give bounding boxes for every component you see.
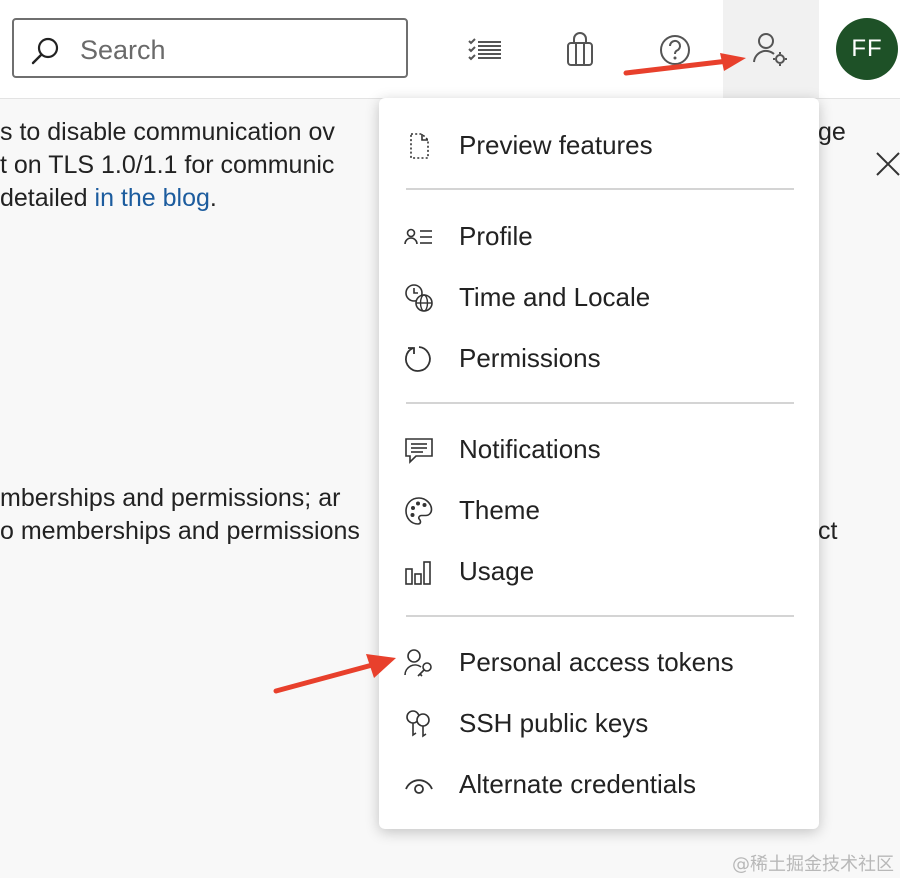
user-settings-button[interactable] bbox=[723, 0, 819, 98]
user-key-icon bbox=[404, 649, 432, 677]
menu-item-label: Permissions bbox=[459, 343, 601, 373]
bar-chart-icon bbox=[405, 561, 431, 585]
menu-item-label: Alternate credentials bbox=[459, 769, 697, 799]
user-settings-icon bbox=[753, 33, 787, 66]
menu-item-personal-access-tokens[interactable]: Personal access tokens bbox=[379, 636, 819, 688]
banner-line-3-suffix: . bbox=[209, 184, 217, 212]
body-line-1: mberships and permissions; ar bbox=[0, 484, 341, 512]
banner-line-2: t on TLS 1.0/1.1 for communic bbox=[0, 151, 335, 179]
banner-line-1: s to disable communication ov bbox=[0, 118, 335, 146]
banner-right-fragment: ge bbox=[818, 118, 846, 146]
banner-line-3-text: detailed bbox=[0, 184, 95, 212]
chat-bubble-icon bbox=[405, 438, 433, 464]
menu-item-label: Personal access tokens bbox=[459, 647, 734, 677]
search-input[interactable] bbox=[78, 32, 402, 68]
avatar[interactable]: FF bbox=[836, 18, 898, 80]
search-icon bbox=[31, 37, 59, 65]
annotation-arrow-bottom bbox=[273, 654, 396, 694]
menu-item-label: Theme bbox=[459, 495, 540, 525]
annotation-arrow-top bbox=[623, 53, 746, 76]
menu-item-alternate-credentials[interactable]: Alternate credentials bbox=[379, 758, 819, 810]
menu-item-profile[interactable]: Profile bbox=[379, 210, 819, 262]
menu-item-label: SSH public keys bbox=[459, 708, 649, 738]
work-items-icon[interactable] bbox=[465, 30, 505, 70]
eye-icon bbox=[405, 779, 433, 794]
banner-line-3: detailed in the blog. bbox=[0, 182, 217, 215]
menu-item-label: Preview features bbox=[459, 130, 653, 160]
menu-item-label: Usage bbox=[459, 556, 535, 586]
body-line-2: o memberships and permissions bbox=[0, 517, 360, 545]
menu-item-notifications[interactable]: Notifications bbox=[379, 423, 819, 475]
menu-divider bbox=[406, 402, 794, 404]
user-settings-menu: Preview features Profile Time and Locale… bbox=[379, 98, 819, 829]
menu-divider bbox=[406, 615, 794, 617]
refresh-circle-icon bbox=[405, 346, 431, 372]
menu-item-usage[interactable]: Usage bbox=[379, 545, 819, 597]
menu-item-label: Time and Locale bbox=[459, 282, 651, 312]
contact-card-icon bbox=[404, 228, 432, 245]
menu-item-label: Notifications bbox=[459, 434, 601, 464]
menu-divider bbox=[406, 188, 794, 190]
palette-icon bbox=[405, 497, 433, 525]
menu-item-theme[interactable]: Theme bbox=[379, 484, 819, 536]
document-dotted-icon bbox=[410, 133, 429, 159]
menu-item-label: Profile bbox=[459, 221, 533, 251]
menu-item-ssh-public-keys[interactable]: SSH public keys bbox=[379, 697, 819, 749]
marketplace-bag-icon[interactable] bbox=[560, 30, 600, 70]
clock-globe-icon bbox=[405, 284, 433, 312]
menu-item-preview-features[interactable]: Preview features bbox=[379, 119, 819, 171]
top-bar: FF bbox=[0, 0, 900, 99]
body-right-fragment: ct bbox=[818, 517, 838, 545]
keys-icon bbox=[406, 710, 430, 738]
menu-item-time-and-locale[interactable]: Time and Locale bbox=[379, 271, 819, 323]
blog-link[interactable]: in the blog bbox=[95, 184, 210, 212]
watermark: @稀土掘金技术社区 bbox=[732, 854, 894, 875]
search-box[interactable] bbox=[12, 18, 408, 78]
close-icon[interactable] bbox=[874, 150, 900, 178]
menu-item-permissions[interactable]: Permissions bbox=[379, 332, 819, 384]
